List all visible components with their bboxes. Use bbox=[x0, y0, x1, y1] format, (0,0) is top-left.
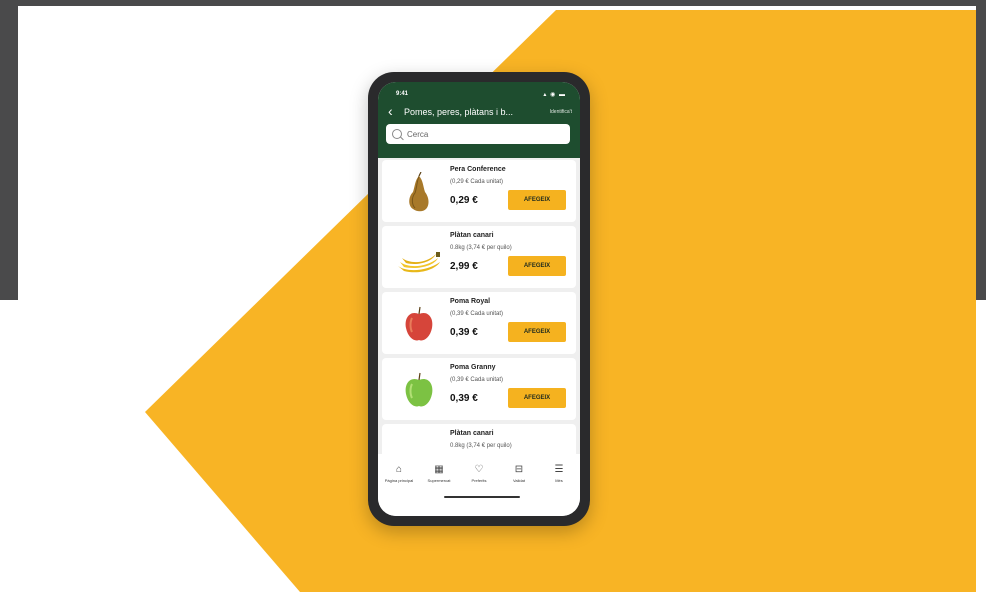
product-unit-price: 0.8kg (3,74 € per quilo) bbox=[450, 443, 512, 449]
product-name: Plàtan canari bbox=[450, 430, 494, 437]
product-unit-price: 0.8kg (3,74 € per quilo) bbox=[450, 245, 512, 251]
bananas-image bbox=[398, 252, 440, 273]
product-card[interactable]: Pera Conference (0,29 € Cada unitat) 0,2… bbox=[382, 160, 576, 222]
product-unit-price: (0,39 € Cada unitat) bbox=[450, 311, 504, 317]
phone-screen: 9:41 ▴ ◉ ▬ ‹ Pomes, peres, plàtans i b..… bbox=[378, 82, 580, 516]
bottom-tab-bar: ⌂ Pàgina principal ▦ Supermercat ♡ Prefe… bbox=[378, 454, 580, 516]
status-icons: ▴ ◉ ▬ bbox=[543, 92, 566, 98]
add-to-cart-button[interactable]: AFEGEIX bbox=[508, 388, 566, 408]
product-name: Poma Royal bbox=[450, 298, 491, 305]
red-apple-image bbox=[405, 306, 433, 341]
tab-favorites[interactable]: ♡ Preferits bbox=[459, 464, 499, 483]
product-card[interactable]: Poma Granny (0,39 € Cada unitat) 0,39 € … bbox=[382, 358, 576, 420]
home-indicator[interactable] bbox=[444, 496, 520, 498]
tab-label: Pàgina principal bbox=[384, 478, 414, 483]
tab-label: Supermercat bbox=[427, 478, 451, 483]
back-icon[interactable]: ‹ bbox=[388, 104, 393, 118]
store-icon: ⊟ bbox=[514, 464, 524, 475]
search-icon bbox=[392, 129, 402, 139]
tab-label: Més bbox=[555, 478, 563, 483]
tab-label: Preferits bbox=[471, 478, 487, 483]
identify-link[interactable]: Identifica't bbox=[550, 109, 572, 115]
search-input[interactable]: Cerca bbox=[386, 124, 570, 144]
page-title: Pomes, peres, plàtans i b... bbox=[404, 107, 514, 117]
add-to-cart-button[interactable]: AFEGEIX bbox=[508, 322, 566, 342]
add-to-cart-button[interactable]: AFEGEIX bbox=[508, 256, 566, 276]
product-name: Plàtan canari bbox=[450, 232, 494, 239]
app-header: 9:41 ▴ ◉ ▬ ‹ Pomes, peres, plàtans i b..… bbox=[378, 82, 580, 158]
product-unit-price: (0,29 € Cada unitat) bbox=[450, 179, 504, 185]
product-card[interactable]: Plàtan canari 0.8kg (3,74 € per quilo) 2… bbox=[382, 226, 576, 288]
product-price: 2,99 € bbox=[450, 261, 478, 272]
product-card[interactable]: Poma Royal (0,39 € Cada unitat) 0,39 € A… bbox=[382, 292, 576, 354]
product-price: 0,29 € bbox=[450, 195, 478, 206]
bananas-image bbox=[396, 436, 442, 454]
phone-mockup: 9:41 ▴ ◉ ▬ ‹ Pomes, peres, plàtans i b..… bbox=[368, 72, 590, 526]
status-time: 9:41 bbox=[396, 91, 409, 97]
product-card[interactable]: Plàtan canari 0.8kg (3,74 € per quilo) bbox=[382, 424, 576, 454]
home-icon: ⌂ bbox=[395, 464, 403, 475]
grid-icon: ▦ bbox=[434, 464, 444, 475]
green-apple-image bbox=[405, 372, 433, 407]
tab-more[interactable]: ☰ Més bbox=[539, 464, 579, 483]
product-price: 0,39 € bbox=[450, 327, 478, 338]
product-price: 0,39 € bbox=[450, 393, 478, 404]
menu-icon: ☰ bbox=[554, 464, 564, 475]
product-name: Pera Conference bbox=[450, 166, 506, 173]
pear-image bbox=[409, 172, 429, 212]
heart-icon: ♡ bbox=[474, 464, 484, 475]
tab-label: Validat bbox=[513, 478, 525, 483]
add-to-cart-button[interactable]: AFEGEIX bbox=[508, 190, 566, 210]
tab-home[interactable]: ⌂ Pàgina principal bbox=[379, 464, 419, 483]
tab-validated[interactable]: ⊟ Validat bbox=[499, 464, 539, 483]
product-list[interactable]: Pera Conference (0,29 € Cada unitat) 0,2… bbox=[378, 158, 580, 454]
tab-supermarket[interactable]: ▦ Supermercat bbox=[419, 464, 459, 483]
product-unit-price: (0,39 € Cada unitat) bbox=[450, 377, 504, 383]
search-placeholder: Cerca bbox=[407, 129, 429, 139]
product-name: Poma Granny bbox=[450, 364, 496, 371]
